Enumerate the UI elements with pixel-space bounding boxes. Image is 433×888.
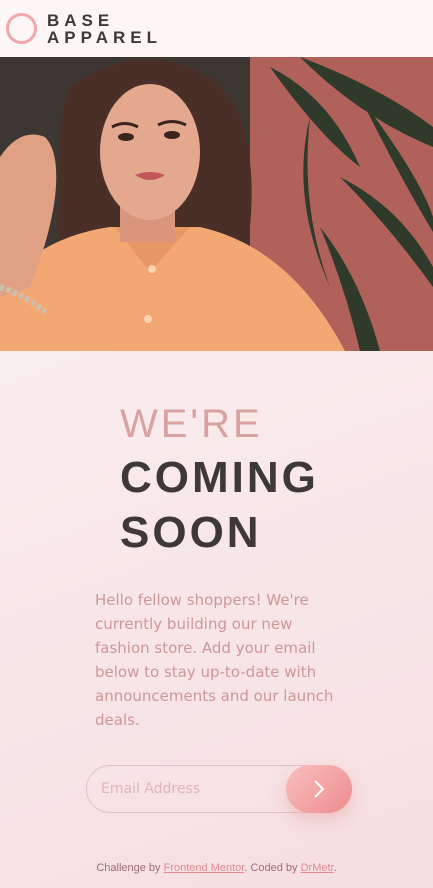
page-title: WE'RE COMING SOON (120, 398, 380, 560)
logo-circle-icon (6, 13, 37, 44)
attribution-middle: . Coded by (244, 862, 301, 874)
description-text: Hello fellow shoppers! We're currently b… (95, 591, 334, 729)
subscribe-form (86, 765, 352, 813)
logo[interactable]: BASE APPAREL (47, 12, 162, 46)
title-bold-line-1: COMING (120, 453, 319, 502)
hero-image (0, 57, 433, 351)
woman-portrait-photo-icon (0, 57, 433, 351)
title-light: WE'RE (120, 402, 263, 446)
chevron-right-icon (314, 780, 325, 798)
logo-line-1: BASE (47, 10, 115, 30)
attribution: Challenge by Frontend Mentor. Coded by D… (0, 862, 433, 874)
attribution-suffix: . (333, 862, 337, 874)
attribution-prefix: Challenge by (96, 862, 164, 874)
title-bold-line-2: SOON (120, 508, 262, 557)
logo-line-2: APPAREL (47, 27, 162, 47)
author-link[interactable]: DrMetr (301, 862, 334, 874)
site-header: BASE APPAREL (0, 0, 433, 57)
submit-button[interactable] (286, 765, 352, 813)
frontend-mentor-link[interactable]: Frontend Mentor (164, 862, 245, 874)
